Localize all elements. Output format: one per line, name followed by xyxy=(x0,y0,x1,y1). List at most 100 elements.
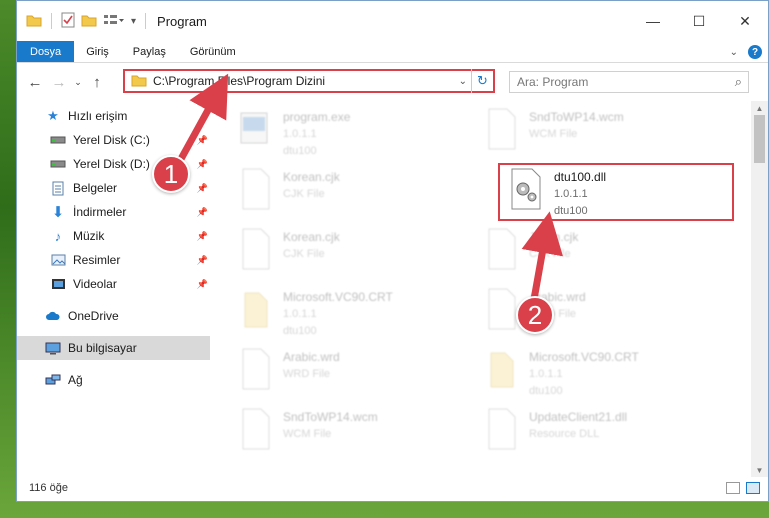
navigation-bar: ← → ⌄ ↑ C:\Program Files\Program Dizini … xyxy=(17,63,768,101)
window-title: Program xyxy=(157,13,207,29)
documents-icon xyxy=(49,180,67,196)
folder-icon xyxy=(244,292,268,328)
expand-ribbon-icon[interactable]: ⌄ xyxy=(730,47,738,58)
file-icon xyxy=(488,228,516,270)
file-name: JKorn.cjk xyxy=(529,230,579,244)
sidebar-item-pictures[interactable]: Resimler 📌 xyxy=(17,248,210,272)
file-tile[interactable]: Microsoft.VC90.CRT 1.0.1.1 dtu100 xyxy=(229,283,469,341)
file-icon xyxy=(488,288,516,330)
file-icon xyxy=(488,108,516,150)
view-switcher xyxy=(726,482,760,494)
pin-icon[interactable]: 📌 xyxy=(197,279,208,290)
help-icon[interactable]: ? xyxy=(748,45,762,59)
file-tile[interactable]: Korean.cjk CJK File xyxy=(229,163,469,221)
minimize-button[interactable]: — xyxy=(630,1,676,41)
refresh-icon[interactable]: ↻ xyxy=(471,69,493,93)
file-name: SndToWP14.wcm xyxy=(529,110,624,124)
customize-qat-icon[interactable] xyxy=(103,13,125,30)
sidebar-item-videos[interactable]: Videolar 📌 xyxy=(17,272,210,296)
vertical-scrollbar[interactable]: ▲ ▼ xyxy=(751,101,768,477)
sidebar-item-this-pc[interactable]: Bu bilgisayar xyxy=(17,336,210,360)
status-bar: 116 öğe xyxy=(17,475,768,501)
sidebar-item-drive-c[interactable]: Yerel Disk (C:) 📌 xyxy=(17,128,210,152)
file-name: Microsoft.VC90.CRT xyxy=(283,290,393,304)
chevron-down-icon[interactable]: ⌄ xyxy=(459,76,467,87)
search-icon[interactable]: ⌕ xyxy=(735,74,742,90)
exe-icon xyxy=(240,112,268,144)
file-tile[interactable]: program.exe 1.0.1.1 dtu100 xyxy=(229,103,469,161)
search-placeholder: Ara: Program xyxy=(517,75,589,89)
forward-arrow-icon[interactable]: → xyxy=(47,74,71,91)
search-input[interactable]: Ara: Program ⌕ xyxy=(509,71,749,93)
pin-icon[interactable]: 📌 xyxy=(197,255,208,266)
file-icon xyxy=(242,228,270,270)
pin-icon[interactable]: 📌 xyxy=(197,207,208,218)
file-detail: 1.0.1.1 xyxy=(529,368,563,380)
file-icon xyxy=(242,168,270,210)
sidebar-item-network[interactable]: Ağ xyxy=(17,368,210,392)
scrollbar-thumb[interactable] xyxy=(754,115,765,163)
folder-icon xyxy=(490,352,514,388)
up-arrow-icon[interactable]: ↑ xyxy=(85,74,109,91)
file-tile[interactable]: JKorn.cjk CJK File xyxy=(475,223,715,281)
network-icon xyxy=(44,372,62,388)
sidebar-item-label: Hızlı erişim xyxy=(68,109,128,123)
tab-view[interactable]: Görünüm xyxy=(178,41,248,62)
star-icon: ★ xyxy=(47,108,59,123)
sidebar-item-downloads[interactable]: ⬇ İndirmeler 📌 xyxy=(17,200,210,224)
details-view-icon[interactable] xyxy=(726,482,740,494)
file-detail: 1.0.1.1 xyxy=(283,308,317,320)
file-tile[interactable]: SndToWP14.wcm WCM File xyxy=(229,403,469,461)
highlight-box xyxy=(498,163,734,221)
file-detail: WCM File xyxy=(529,128,578,140)
separator xyxy=(51,13,52,29)
chevron-down-icon[interactable]: ▾ xyxy=(131,16,136,27)
file-detail: Resource DLL xyxy=(529,428,600,440)
maximize-button[interactable]: ☐ xyxy=(676,1,722,41)
file-name: program.exe xyxy=(283,110,351,124)
cloud-icon xyxy=(44,308,62,324)
file-name: Korean.cjk xyxy=(283,230,340,244)
file-tile[interactable]: Microsoft.VC90.CRT 1.0.1.1 dtu100 xyxy=(475,343,715,401)
recent-locations-icon[interactable]: ⌄ xyxy=(71,77,85,88)
drive-icon xyxy=(49,156,67,172)
sidebar-item-label: Müzik xyxy=(73,229,105,243)
sidebar-item-onedrive[interactable]: OneDrive xyxy=(17,304,210,328)
file-tile[interactable]: Arabic.wrdWRD File xyxy=(229,343,469,401)
close-button[interactable]: ✕ xyxy=(722,1,768,41)
sidebar-item-label: Yerel Disk (D:) xyxy=(73,157,150,171)
file-tile[interactable]: SndToWP14.wcm WCM File xyxy=(475,103,715,161)
address-bar[interactable]: C:\Program Files\Program Dizini ⌄ ↻ xyxy=(123,69,495,93)
tab-share[interactable]: Paylaş xyxy=(121,41,178,62)
tab-home[interactable]: Giriş xyxy=(74,41,121,62)
sidebar-item-quick-access[interactable]: ★ Hızlı erişim xyxy=(17,104,210,128)
properties-icon[interactable] xyxy=(61,12,75,31)
file-tile[interactable]: UpdateClient21.dll Resource DLL xyxy=(475,403,715,461)
scroll-up-icon[interactable]: ▲ xyxy=(751,101,768,115)
address-path[interactable]: C:\Program Files\Program Dizini xyxy=(153,74,325,88)
sidebar-item-label: OneDrive xyxy=(68,309,119,323)
file-detail: CJK File xyxy=(283,248,325,260)
pin-icon[interactable]: 📌 xyxy=(197,159,208,170)
item-count: 116 öğe xyxy=(29,482,68,494)
tab-file[interactable]: Dosya xyxy=(17,41,75,62)
separator xyxy=(145,13,147,29)
file-tile[interactable]: Arabic.wrdWRD File xyxy=(475,283,715,341)
tiles-view-icon[interactable] xyxy=(746,482,760,494)
window-controls: — ☐ ✕ xyxy=(630,1,768,41)
file-detail: WRD File xyxy=(283,368,331,380)
back-arrow-icon[interactable]: ← xyxy=(23,74,47,91)
file-name: Microsoft.VC90.CRT xyxy=(529,350,639,364)
download-icon: ⬇ xyxy=(51,204,65,221)
pin-icon[interactable]: 📌 xyxy=(197,135,208,146)
ribbon-tabs: Dosya Giriş Paylaş Görünüm ⌄ ? xyxy=(17,41,768,63)
ribbon-right: ⌄ ? xyxy=(730,41,762,63)
new-folder-icon[interactable] xyxy=(81,13,97,30)
pin-icon[interactable]: 📌 xyxy=(197,183,208,194)
sidebar-item-music[interactable]: ♪ Müzik 📌 xyxy=(17,224,210,248)
file-detail: dtu100 xyxy=(283,145,317,157)
pictures-icon xyxy=(49,252,67,268)
pin-icon[interactable]: 📌 xyxy=(197,231,208,242)
callout-1: 1 xyxy=(152,155,190,193)
file-tile[interactable]: Korean.cjk CJK File xyxy=(229,223,469,281)
